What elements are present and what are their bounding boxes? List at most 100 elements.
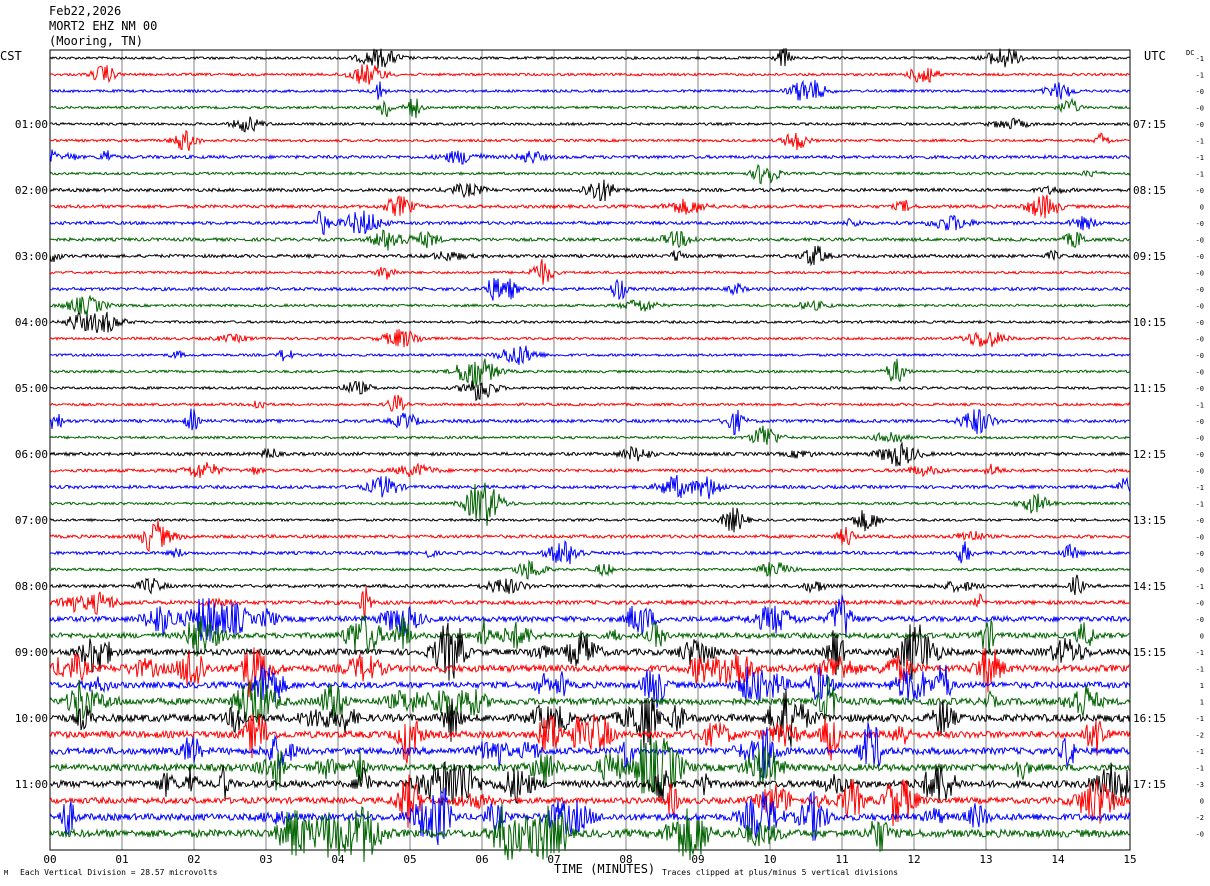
trace-line	[49, 345, 1131, 365]
trace-line	[49, 210, 1131, 236]
left-hour-label: 09:00	[15, 646, 48, 659]
x-tick-label: 02	[187, 853, 200, 866]
x-tick-label: 11	[835, 853, 848, 866]
trace-line	[49, 277, 1131, 301]
trace-line	[49, 229, 1131, 251]
clip-note: Traces clipped at plus/minus 5 vertical …	[662, 868, 898, 877]
dc-offset-label: -0	[1196, 616, 1204, 624]
dc-offset-label: -0	[1196, 187, 1204, 195]
dc-offset-label: -0	[1196, 121, 1204, 129]
x-tick-label: 13	[979, 853, 992, 866]
dc-offset-label: -0	[1196, 352, 1204, 360]
dc-offset-label: -1	[1196, 154, 1204, 162]
dc-offset-label: -0	[1196, 237, 1204, 245]
trace-line	[49, 574, 1131, 596]
x-tick-label: 10	[763, 853, 776, 866]
dc-offset-label: -1	[1196, 55, 1204, 63]
dc-offset-label: -0	[1196, 105, 1204, 113]
left-hour-label: 04:00	[15, 316, 48, 329]
dc-offset-label: 1	[1200, 682, 1204, 690]
trace-line	[49, 179, 1131, 202]
dc-offset-label: -1	[1196, 649, 1204, 657]
dc-offset-label: -0	[1196, 435, 1204, 443]
x-tick-label: 00	[43, 853, 56, 866]
left-hour-label: 06:00	[15, 448, 48, 461]
right-hour-label: 14:15	[1133, 580, 1166, 593]
trace-line	[49, 722, 1131, 779]
left-hour-label: 11:00	[15, 778, 48, 791]
trace-line	[49, 116, 1131, 133]
left-hour-label: 03:00	[15, 250, 48, 263]
dc-label: DC	[1186, 49, 1194, 57]
trace-line	[49, 48, 1131, 69]
dc-offset-label: -0	[1196, 418, 1204, 426]
trace-line	[49, 149, 1131, 165]
dc-offset-label: -0	[1196, 369, 1204, 377]
seismic-traces	[49, 48, 1131, 862]
trace-line	[49, 64, 1131, 85]
left-hour-label: 07:00	[15, 514, 48, 527]
dc-offset-label: -0	[1196, 286, 1204, 294]
trace-line	[49, 520, 1131, 553]
dc-offset-label: -1	[1196, 666, 1204, 674]
dc-offset-label: 1	[1200, 699, 1204, 707]
x-tick-label: 12	[907, 853, 920, 866]
trace-line	[49, 129, 1131, 151]
left-timezone: CST	[0, 49, 22, 63]
x-tick-label: 09	[691, 853, 704, 866]
left-hour-label: 01:00	[15, 118, 48, 131]
trace-line	[49, 507, 1131, 533]
dc-offset-label: -0	[1196, 567, 1204, 575]
trace-line	[49, 559, 1131, 580]
trace-line	[49, 294, 1131, 316]
dc-offset-label: -1	[1196, 748, 1204, 756]
x-tick-label: 14	[1051, 853, 1065, 866]
right-hour-label: 10:15	[1133, 316, 1166, 329]
trace-line	[49, 425, 1131, 445]
dc-offset-label: -0	[1196, 220, 1204, 228]
x-tick-label: 15	[1123, 853, 1136, 866]
left-hour-label: 05:00	[15, 382, 48, 395]
x-axis-label: TIME (MINUTES)	[554, 862, 655, 876]
dc-offset-label: -0	[1196, 253, 1204, 261]
trace-line	[49, 245, 1131, 267]
right-hour-label: 15:15	[1133, 646, 1166, 659]
dc-offset-label: -1	[1196, 72, 1204, 80]
left-hour-label: 08:00	[15, 580, 48, 593]
dc-offset-label: -1	[1196, 715, 1204, 723]
dc-offset-label: -0	[1196, 336, 1204, 344]
trace-line	[49, 79, 1131, 101]
x-tick-label: 06	[475, 853, 488, 866]
dc-offset-label: 0	[1200, 798, 1204, 806]
dc-offset-label: -0	[1196, 468, 1204, 476]
trace-line	[49, 474, 1131, 500]
right-hour-label: 07:15	[1133, 118, 1166, 131]
trace-line	[49, 259, 1131, 285]
right-hour-label: 12:15	[1133, 448, 1166, 461]
dc-offset-label: -0	[1196, 517, 1204, 525]
plot-frame	[49, 49, 1131, 851]
dc-offset-label: -1	[1196, 171, 1204, 179]
right-hour-label: 13:15	[1133, 514, 1166, 527]
dc-offset-label: -1	[1196, 501, 1204, 509]
dc-offset-label: -0	[1196, 534, 1204, 542]
left-hour-label: 10:00	[15, 712, 48, 725]
dc-offset-label: 0	[1200, 633, 1204, 641]
scale-note: Each Vertical Division = 28.57 microvolt…	[20, 868, 218, 877]
right-hour-label: 17:15	[1133, 778, 1166, 791]
trace-line	[49, 358, 1131, 389]
dc-offset-label: -0	[1196, 270, 1204, 278]
trace-line	[49, 540, 1131, 565]
right-timezone: UTC	[1144, 49, 1166, 63]
trace-line	[49, 408, 1131, 436]
trace-line	[49, 329, 1131, 348]
trace-line	[49, 164, 1131, 185]
dc-offset-label: -0	[1196, 451, 1204, 459]
dc-offset-label: -3	[1196, 781, 1204, 789]
trace-line	[49, 441, 1131, 467]
dc-offset-label: -0	[1196, 600, 1204, 608]
right-hour-label: 16:15	[1133, 712, 1166, 725]
trace-line	[49, 586, 1131, 617]
trace-line	[49, 462, 1131, 478]
dc-offset-label: 0	[1200, 204, 1204, 212]
